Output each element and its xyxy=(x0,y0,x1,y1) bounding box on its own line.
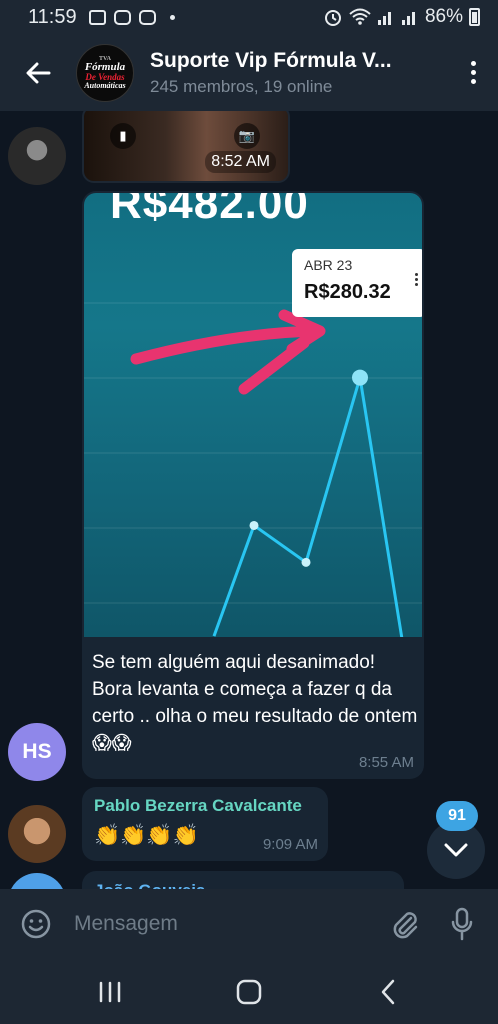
smiley-icon xyxy=(21,909,51,939)
group-avatar[interactable]: TVA Fórmula De Vendas Automáticas xyxy=(76,43,134,102)
highlighted-data-point xyxy=(352,369,368,386)
back-chevron-icon xyxy=(382,979,395,1004)
message-time: 8:52 AM xyxy=(205,151,276,173)
wifi-icon xyxy=(349,8,371,25)
avatar-logo-text: Fórmula xyxy=(84,60,126,73)
recent-apps-button[interactable] xyxy=(80,967,140,1017)
sender-avatar[interactable] xyxy=(8,805,66,863)
dot xyxy=(470,79,476,84)
tooltip-more-icon xyxy=(415,273,418,286)
arrow-left-icon xyxy=(26,62,51,83)
balance-amount: R$482.00 xyxy=(110,193,309,228)
notification-icons xyxy=(88,9,175,25)
camera-icon: 📷 xyxy=(234,123,260,149)
home-button[interactable] xyxy=(219,967,279,1017)
avatar-logo-text: Automáticas xyxy=(84,80,126,90)
status-time: 11:59 xyxy=(28,5,77,28)
signal-icon-2 xyxy=(401,12,415,25)
tooltip-date: ABR 23 xyxy=(304,257,353,273)
microphone-icon xyxy=(451,907,473,941)
group-member-count: 245 membros, 19 online xyxy=(150,76,333,96)
dot xyxy=(470,61,476,66)
group-title: Suporte Vip Fórmula V... xyxy=(150,48,392,72)
message-time: 9:09 AM xyxy=(262,836,318,853)
recents-icon xyxy=(99,981,120,1002)
image-message[interactable]: R$482.00 ABR 23 R$280.32 Se tem alguém a… xyxy=(82,191,424,779)
chevron-down-icon xyxy=(444,843,468,857)
sender-avatar[interactable]: HS xyxy=(8,723,66,781)
attach-button[interactable] xyxy=(384,904,424,944)
sender-name[interactable]: João Gouveia xyxy=(94,881,392,889)
paperclip-icon xyxy=(393,912,418,939)
text-message[interactable]: Pablo Bezerra Cavalcante 👏👏👏👏 9:09 AM xyxy=(82,787,328,861)
tooltip-value: R$280.32 xyxy=(304,281,391,303)
flashlight-icon: ▮ xyxy=(110,123,136,149)
more-options-button[interactable] xyxy=(448,34,498,111)
gallery-icon xyxy=(88,9,106,25)
sender-avatar[interactable] xyxy=(8,873,66,889)
dot xyxy=(470,70,476,75)
emoji-button[interactable] xyxy=(16,904,56,944)
message-time: 8:55 AM xyxy=(358,754,414,771)
instagram-icon xyxy=(113,9,131,25)
back-button[interactable] xyxy=(0,34,76,111)
home-icon xyxy=(236,979,262,1004)
chat-info[interactable]: Suporte Vip Fórmula V... 245 membros, 19… xyxy=(150,49,448,97)
message-input[interactable] xyxy=(74,912,384,936)
unread-count-badge: 91 xyxy=(436,801,478,831)
screenshot-chart[interactable]: R$482.00 ABR 23 R$280.32 xyxy=(84,193,422,637)
voice-button[interactable] xyxy=(442,904,482,944)
battery-percent: 86% xyxy=(424,6,463,27)
status-bar: 11:59 86% xyxy=(0,0,498,34)
chart-tooltip: ABR 23 R$280.32 xyxy=(292,249,422,317)
photo-message[interactable]: ▮ 📷 8:52 AM xyxy=(82,111,290,183)
instagram-icon xyxy=(138,9,156,25)
system-icons: 86% xyxy=(323,6,480,28)
sender-avatar[interactable] xyxy=(8,127,66,185)
signal-icon xyxy=(377,12,391,25)
system-navigation-bar xyxy=(0,959,498,1024)
series-line xyxy=(212,377,404,637)
battery-icon xyxy=(469,8,480,26)
text-message[interactable]: João Gouveia xyxy=(82,871,404,889)
alarm-icon xyxy=(324,10,341,26)
back-nav-button[interactable] xyxy=(358,967,418,1017)
data-point xyxy=(249,520,259,530)
message-input-bar xyxy=(0,889,498,959)
message-text: Se tem alguém aqui desanimado! Bora leva… xyxy=(92,652,418,754)
message-list[interactable]: ▮ 📷 8:52 AM R$482.00 ABR 23 R$280.32 Se … xyxy=(0,111,498,889)
data-point xyxy=(301,557,311,567)
chat-header: TVA Fórmula De Vendas Automáticas Suport… xyxy=(0,34,498,111)
sender-name[interactable]: Pablo Bezerra Cavalcante xyxy=(94,796,316,816)
more-notifications-icon xyxy=(169,14,175,20)
